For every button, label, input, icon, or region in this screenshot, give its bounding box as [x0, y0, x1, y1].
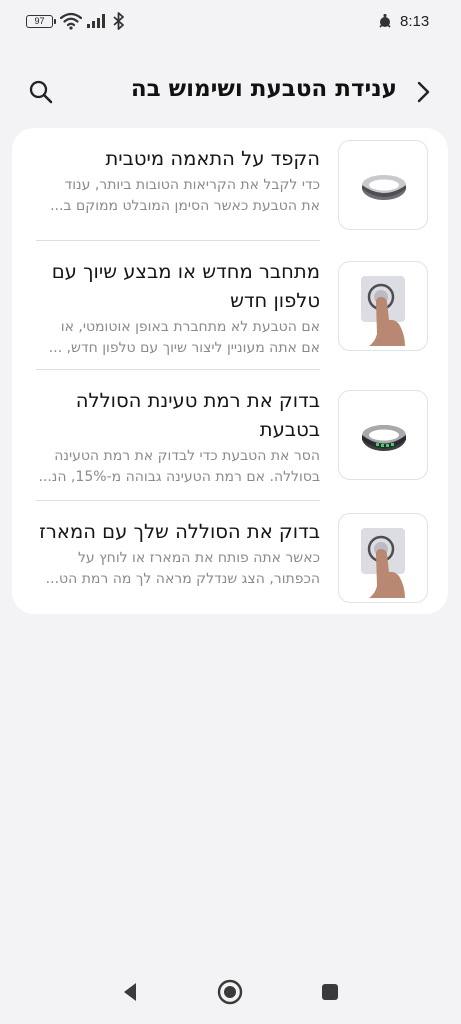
item-description-line: כדי לקבל את הקריאות הטובות ביותר, ענוד [64, 177, 320, 193]
list-item-fit[interactable]: הקפד על התאמה מיטבית כדי לקבל את הקריאות… [12, 128, 448, 240]
search-icon[interactable] [26, 77, 56, 107]
item-description: הסר את הטבעת כדי לבדוק את רמת הטעינה בסו… [32, 446, 320, 488]
wifi-icon [60, 12, 82, 30]
item-description-line: הכפתור, הצג שנדלק מראה לך מה רמת הט... [45, 571, 320, 587]
item-description-line: אם הטבעת לא מתחברת באופן אוטומטי, או [60, 319, 320, 335]
page-title: ענידת הטבעת ושימוש בה [130, 76, 397, 102]
home-circle-icon[interactable] [216, 978, 244, 1006]
ring-battery-icon [338, 390, 428, 480]
item-description-line: כאשר אתה פותח את המארז או לוחץ על [77, 550, 320, 566]
signal-icon [87, 14, 105, 28]
list-item-reconnect[interactable]: מתחבר מחדש או מבצע שיוך עם טלפון חדש אם … [12, 241, 448, 369]
item-title: מתחבר מחדש או מבצע שיוך עם טלפון חדש [32, 257, 320, 315]
navigation-bar [0, 964, 461, 1024]
app-screen: 97 8:13 ענידת הטבעת ושימוש בה הקפד על הת… [0, 0, 461, 1024]
chevron-right-icon[interactable] [413, 78, 433, 106]
item-title-line: בטבעת [259, 418, 320, 441]
item-title-line: טלפון חדש [230, 289, 320, 312]
header: ענידת הטבעת ושימוש בה [0, 64, 461, 118]
status-bar: 97 8:13 [0, 0, 461, 44]
item-title: בדוק את רמת טעינת הסוללה בטבעת [32, 386, 320, 444]
item-description-line: הסר את הטבעת כדי לבדוק את רמת הטעינה [54, 448, 320, 464]
item-title: בדוק את הסוללה שלך עם המארז [39, 520, 320, 543]
bluetooth-icon [113, 12, 124, 30]
list-item-battery-ring[interactable]: בדוק את רמת טעינת הסוללה בטבעת הסר את הט… [12, 370, 448, 500]
item-description-line: את הטבעת כאשר הסימן המובלט ממוקם ב... [50, 198, 320, 214]
finger-press-icon [338, 261, 428, 351]
battery-icon: 97 [26, 15, 56, 28]
item-title-line: בדוק את רמת טעינת הסוללה [75, 389, 320, 412]
item-text: הקפד על התאמה מיטבית כדי לקבל את הקריאות… [32, 144, 320, 217]
finger-press-icon [338, 513, 428, 603]
list-item-battery-case[interactable]: בדוק את הסוללה שלך עם המארז כאשר אתה פות… [12, 501, 448, 614]
item-description-line: אם אתה מעוניין ליצור שיוך עם טלפון חדש, … [48, 340, 320, 356]
item-description: אם הטבעת לא מתחברת באופן אוטומטי, או אם … [32, 317, 320, 359]
item-text: מתחבר מחדש או מבצע שיוך עם טלפון חדש אם … [32, 257, 320, 359]
item-description-line: בסוללה. אם רמת הטעינה גבוהה מ-15%, הנ... [38, 469, 320, 485]
status-time: 8:13 [400, 13, 430, 30]
item-text: בדוק את רמת טעינת הסוללה בטבעת הסר את הט… [32, 386, 320, 488]
item-description: כאשר אתה פותח את המארז או לוחץ על הכפתור… [32, 548, 320, 590]
battery-level: 97 [34, 16, 45, 26]
recents-square-icon[interactable] [320, 982, 340, 1002]
back-triangle-icon[interactable] [120, 980, 140, 1004]
item-title-line: מתחבר מחדש או מבצע שיוך עם [51, 260, 320, 283]
item-title: הקפד על התאמה מיטבית [105, 147, 320, 170]
tips-card: הקפד על התאמה מיטבית כדי לקבל את הקריאות… [12, 128, 448, 614]
item-text: בדוק את הסוללה שלך עם המארז כאשר אתה פות… [32, 517, 320, 590]
item-description: כדי לקבל את הקריאות הטובות ביותר, ענוד א… [32, 175, 320, 217]
alarm-icon [379, 14, 391, 28]
ring-icon [338, 140, 428, 230]
